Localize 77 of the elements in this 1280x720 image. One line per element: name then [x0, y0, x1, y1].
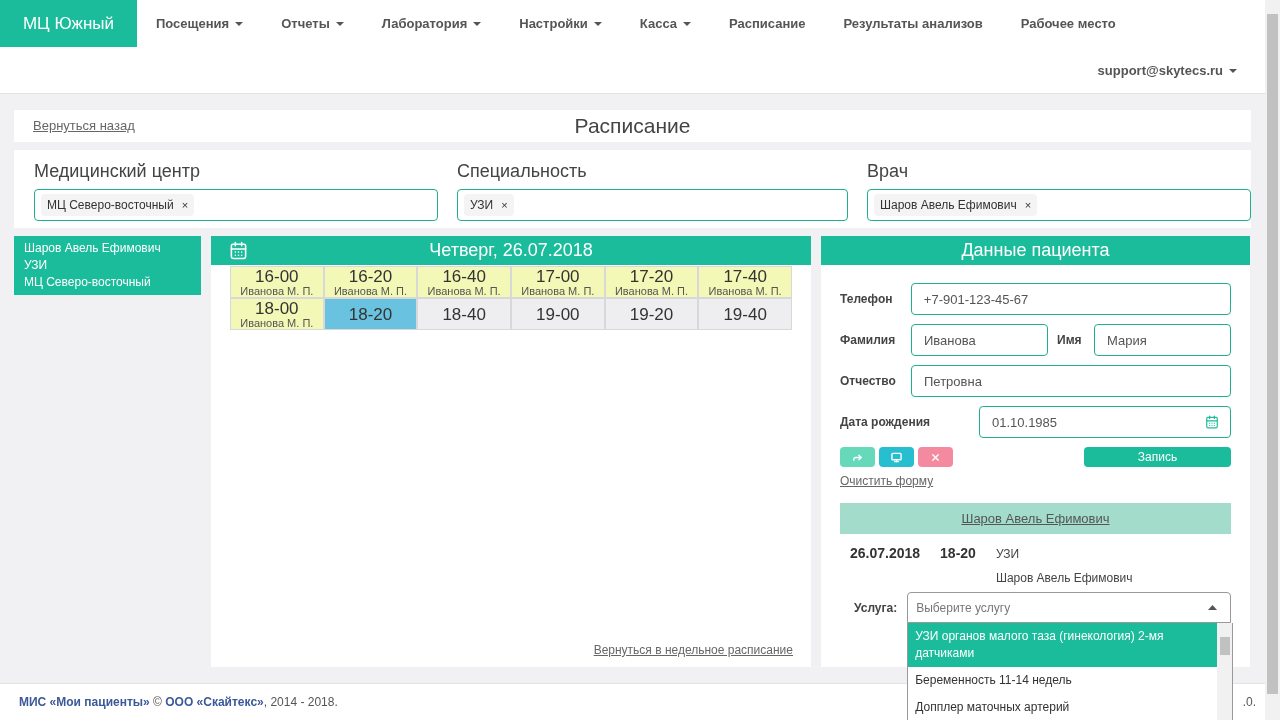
service-label: Услуга: [854, 599, 898, 617]
nav-menu-item[interactable]: Рабочее место [1020, 13, 1116, 34]
caret-icon [335, 21, 344, 26]
time-slot[interactable]: 19-40 [698, 298, 792, 330]
time-slot[interactable]: 19-00 [511, 298, 605, 330]
caret-icon [473, 21, 482, 26]
caret-icon [1208, 605, 1217, 610]
nav-menu-item[interactable]: Расписание [729, 13, 806, 34]
time-slot[interactable]: 16-00 Иванова М. П. [230, 266, 324, 298]
nav-menu-item[interactable]: Результаты анализов [843, 13, 983, 34]
chip-label: МЦ Северо-восточный [47, 197, 174, 214]
weekly-schedule-link[interactable]: Вернуться в недельное расписание [593, 641, 793, 659]
text-field[interactable]: +7-901-123-45-67 [910, 283, 1231, 315]
time-slot[interactable]: 16-40 Иванова М. П. [417, 266, 511, 298]
select-field[interactable]: Шаров Авель Ефимович × [867, 189, 1251, 221]
caret-icon [235, 21, 244, 26]
monitor-icon [891, 451, 902, 463]
copyright-text: МИС «Мои пациенты» © ООО «Скайтекс», 2014 - 2018. [19, 694, 338, 711]
field-label: Телефон [840, 291, 894, 308]
text-field[interactable]: Иванова [911, 324, 1048, 356]
visit-specialty: УЗИ [995, 546, 1021, 563]
close-icon [930, 451, 941, 463]
caret-icon [683, 21, 691, 26]
select-field[interactable]: МЦ Северо-восточный × [34, 189, 438, 221]
text-field[interactable]: 01.10.1985 [979, 406, 1231, 438]
field-label: Дата рождения [840, 414, 931, 431]
chip-label: Шаров Авель Ефимович [880, 197, 1017, 214]
visit-doctor: Шаров Авель Ефимович [995, 570, 1133, 587]
forward-button[interactable] [840, 447, 875, 467]
panel-header: Данные пациента [821, 236, 1250, 265]
nav-menu-item[interactable]: Посещения [156, 13, 244, 34]
back-link[interactable]: Вернуться назад [33, 116, 135, 136]
time-slot[interactable]: 16-20 Иванова М. П. [323, 266, 418, 298]
user-menu[interactable]: support@skytecs.ru [1097, 61, 1237, 81]
chip-remove-button[interactable]: × [1024, 196, 1032, 214]
clear-form-link[interactable]: Очистить форму [840, 472, 934, 490]
nav-menu-item[interactable]: Отчеты [281, 13, 344, 34]
time-slot[interactable]: 17-20 Иванова М. П. [604, 266, 699, 298]
time-slot[interactable]: 18-40 [417, 298, 511, 330]
doctor-link[interactable]: Шаров Авель Ефимович [961, 508, 1110, 529]
filter-label: Медицинский центр [34, 160, 201, 183]
filter-label: Врач [867, 160, 909, 183]
doctor-card-line: УЗИ [24, 257, 49, 274]
filter-label: Специальность [457, 160, 588, 183]
field-label: Фамилия [840, 332, 895, 349]
time-slot[interactable]: 18-00 Иванова М. П. [230, 298, 324, 330]
text-field[interactable]: Мария [1094, 324, 1231, 356]
caret-icon [593, 21, 602, 26]
cancel-button[interactable] [918, 447, 953, 467]
time-slot[interactable]: 18-20 [323, 298, 418, 330]
time-slot[interactable]: 17-40 Иванова М. П. [698, 266, 792, 298]
visit-date: 26.07.2018 [850, 544, 921, 563]
dropdown-option[interactable]: Допплер маточных артерий [908, 694, 1218, 720]
chip-label: УЗИ [470, 197, 494, 214]
select-field[interactable]: УЗИ × [457, 189, 848, 221]
nav-menu-item[interactable]: Касса [639, 13, 691, 34]
nav-menu-item[interactable]: Лаборатория [381, 13, 482, 34]
page-title: Расписание [574, 113, 691, 140]
time-slot[interactable]: 17-00 Иванова М. П. [511, 266, 605, 298]
dropdown-option[interactable]: Беременность 11-14 недель [908, 667, 1218, 694]
dropdown-scrollbar[interactable] [1217, 623, 1233, 720]
doctor-card-line: МЦ Северо-восточный [24, 274, 152, 291]
text-field[interactable]: Петровна [911, 365, 1231, 397]
caret-icon [1229, 68, 1237, 73]
chip-remove-button[interactable]: × [181, 196, 189, 214]
nav-menu-item[interactable]: Настройки [519, 13, 602, 34]
calendar-icon [1205, 415, 1219, 429]
time-slot[interactable]: 19-20 [604, 298, 699, 330]
day-title: Четверг, 26.07.2018 [429, 239, 593, 262]
version-text: .0. [1242, 694, 1256, 711]
calendar-icon [229, 241, 248, 260]
service-select[interactable]: Выберите услугу [907, 592, 1231, 623]
comment-button[interactable] [879, 447, 914, 467]
field-label: Отчество [840, 373, 895, 390]
visit-time: 18-20 [940, 544, 976, 563]
doctor-card-line: Шаров Авель Ефимович [24, 240, 162, 257]
chip-remove-button[interactable]: × [501, 196, 508, 214]
